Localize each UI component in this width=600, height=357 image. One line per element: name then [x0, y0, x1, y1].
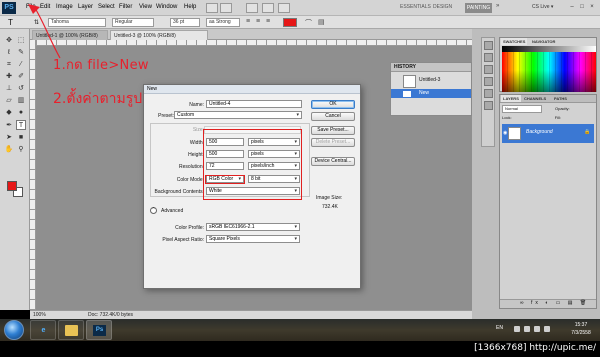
taskbar-explorer-button[interactable]	[58, 320, 84, 340]
tray-volume-icon[interactable]	[544, 326, 550, 332]
language-indicator[interactable]: EN	[496, 325, 503, 331]
clock-date[interactable]: 7/3/2558	[567, 330, 595, 336]
watermark-text: [1366x768] http://upic.me/	[474, 343, 596, 353]
windows-taskbar: e Ps EN 15:37 7/3/2558	[0, 319, 600, 341]
tray-expand-icon[interactable]	[514, 326, 520, 332]
annotation-arrow	[34, 7, 61, 59]
tray-network-icon[interactable]	[534, 326, 540, 332]
taskbar-ie-button[interactable]: e	[30, 320, 56, 340]
internet-explorer-icon: e	[41, 327, 46, 334]
start-button[interactable]	[4, 320, 24, 340]
clock-time[interactable]: 15:37	[567, 322, 595, 328]
photoshop-taskbar-icon: Ps	[93, 325, 106, 336]
annotation-step-1: 1.กด file>New	[53, 58, 149, 73]
annotation-step-2: 2.ตั้งค่าตามรูป	[53, 91, 143, 107]
watermark-strip: [1366x768] http://upic.me/	[0, 341, 600, 357]
folder-icon	[65, 325, 78, 336]
taskbar-photoshop-button[interactable]: Ps	[86, 320, 112, 340]
tray-flag-icon[interactable]	[524, 326, 530, 332]
